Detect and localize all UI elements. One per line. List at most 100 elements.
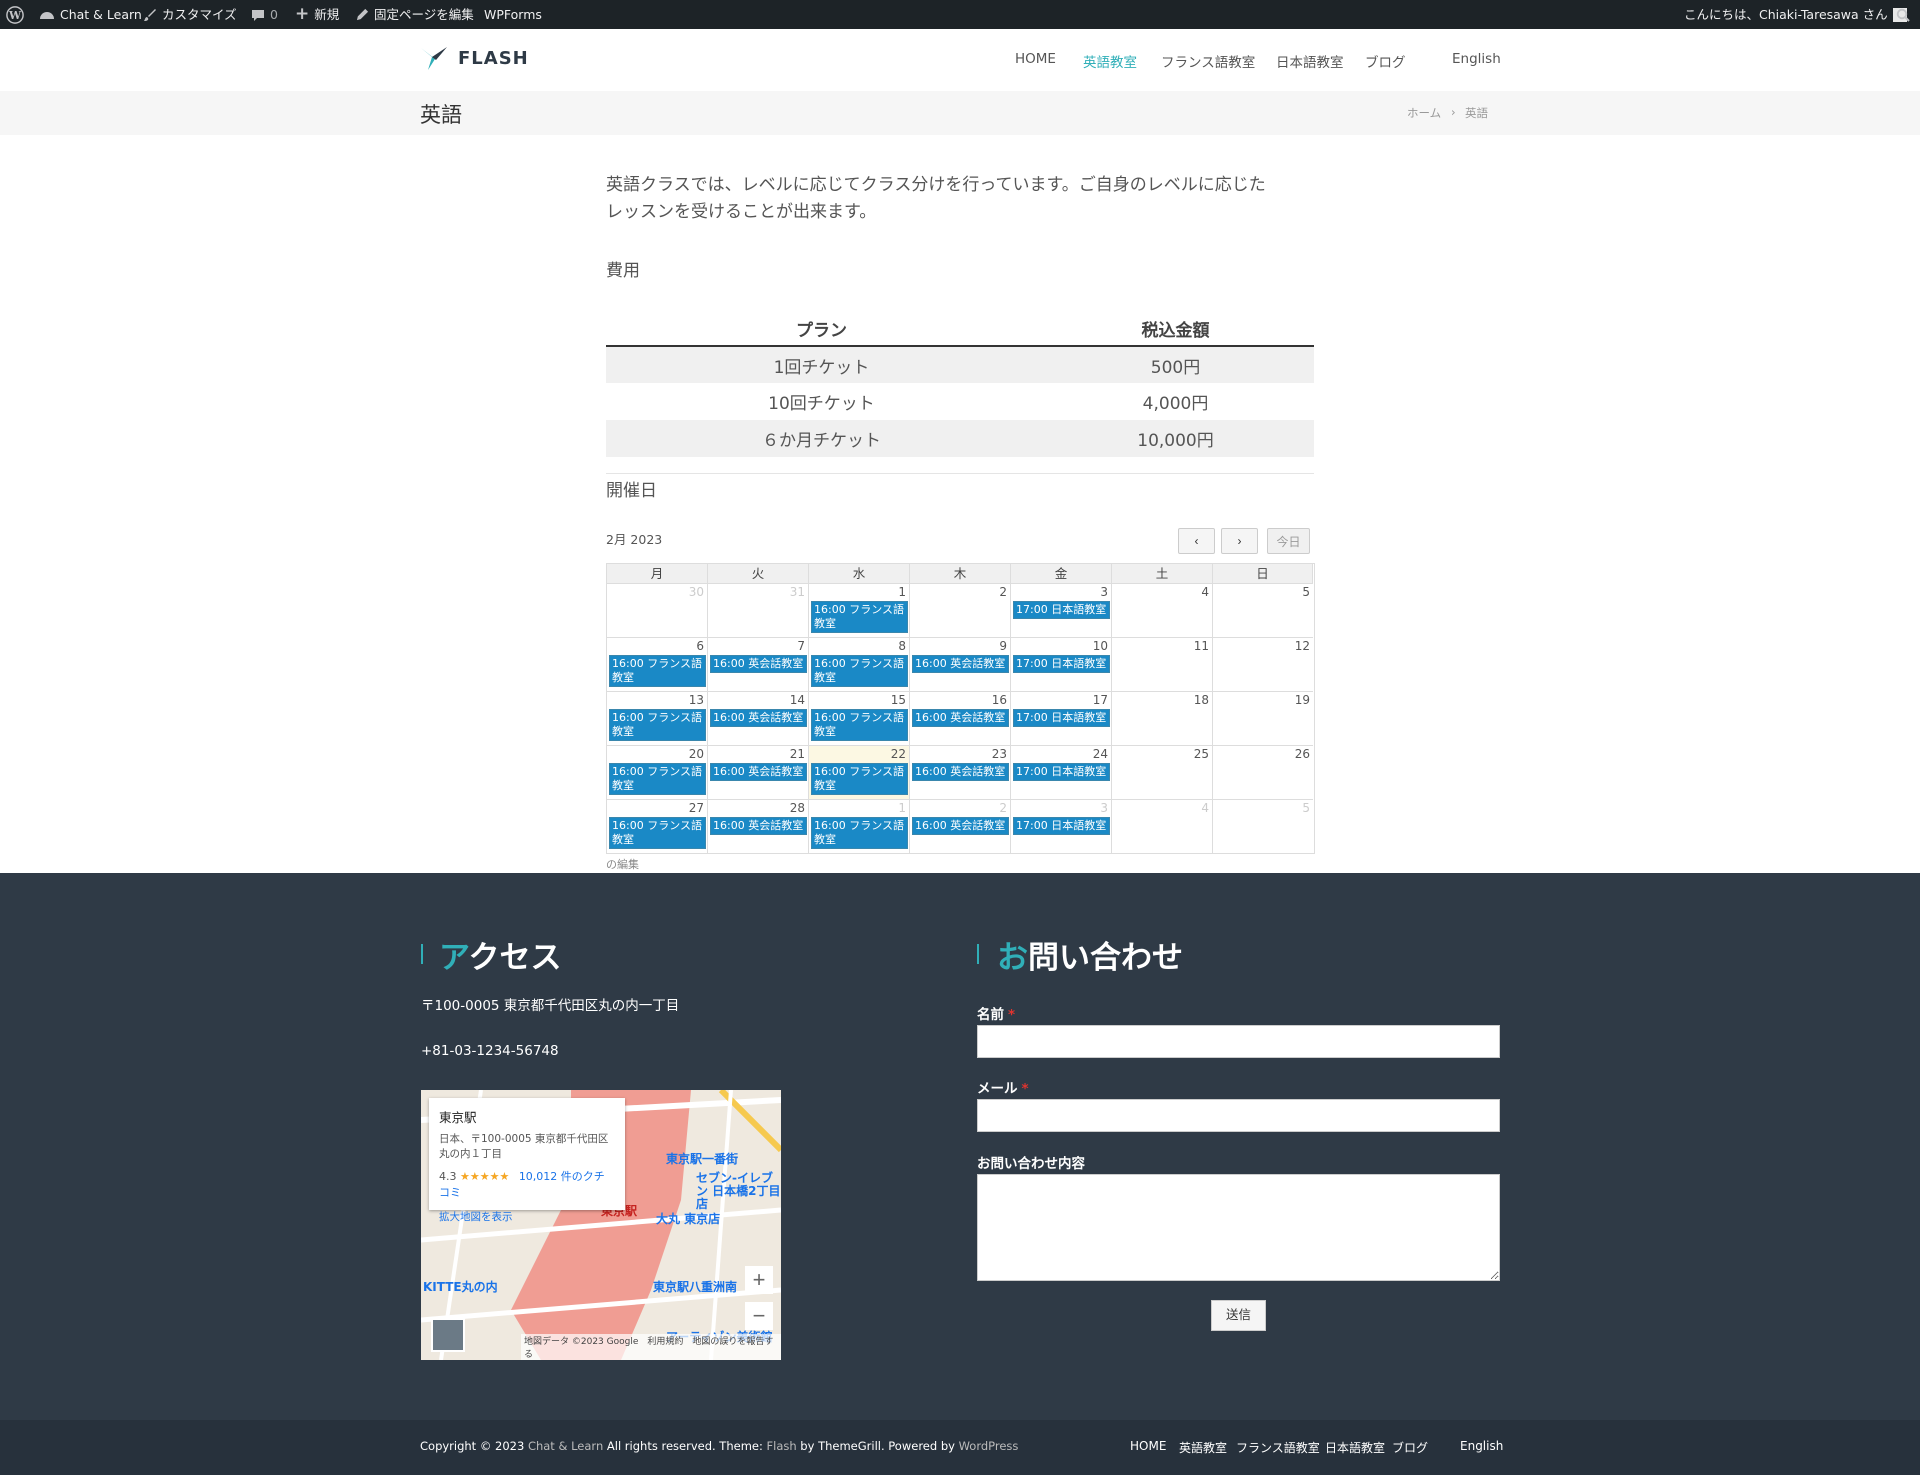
email-field[interactable] bbox=[977, 1099, 1500, 1132]
google-map[interactable]: 東京駅一番街 セブン-イレブン 日本橋2丁目店 大丸 東京店 KITTE丸の内 … bbox=[421, 1090, 781, 1360]
calendar-day-cell[interactable]: 13 16:00 フランス語教室 bbox=[607, 692, 708, 746]
calendar-day-cell[interactable]: 30 bbox=[607, 584, 708, 638]
footer-nav-blog[interactable]: ブログ bbox=[1392, 1439, 1428, 1456]
calendar-event[interactable]: 16:00 フランス語教室 bbox=[609, 763, 706, 795]
calendar-day-cell[interactable]: 14 16:00 英会話教室 bbox=[708, 692, 809, 746]
admin-wpforms[interactable]: WPForms bbox=[484, 0, 542, 29]
calendar-event[interactable]: 16:00 フランス語教室 bbox=[609, 709, 706, 741]
calendar-day-cell[interactable]: 16 16:00 英会話教室 bbox=[910, 692, 1011, 746]
calendar-day-cell[interactable]: 10 17:00 日本語教室 bbox=[1011, 638, 1112, 692]
calendar-event[interactable]: 16:00 英会話教室 bbox=[710, 709, 807, 727]
calendar-day-cell[interactable]: 1 16:00 フランス語教室 bbox=[809, 800, 910, 854]
calendar-day-cell[interactable]: 18 bbox=[1112, 692, 1213, 746]
calendar-day-cell[interactable]: 31 bbox=[708, 584, 809, 638]
calendar-event[interactable]: 17:00 日本語教室 bbox=[1013, 655, 1110, 673]
calendar-event[interactable]: 16:00 英会話教室 bbox=[710, 763, 807, 781]
admin-site-name[interactable]: Chat & Learn bbox=[39, 0, 142, 29]
calendar-day-cell[interactable]: 2 bbox=[910, 584, 1011, 638]
footer-nav-japanese[interactable]: 日本語教室 bbox=[1325, 1439, 1385, 1456]
admin-search-icon[interactable] bbox=[1896, 0, 1910, 29]
message-field[interactable] bbox=[977, 1174, 1500, 1281]
map-zoom-in-button[interactable]: + bbox=[745, 1266, 773, 1294]
calendar-event[interactable]: 16:00 英会話教室 bbox=[912, 655, 1009, 673]
site-footer bbox=[0, 873, 1920, 1420]
calendar-event[interactable]: 16:00 フランス語教室 bbox=[811, 709, 908, 741]
site-logo[interactable]: FLASH bbox=[420, 45, 529, 71]
calendar-day-cell[interactable]: 11 bbox=[1112, 638, 1213, 692]
weekday-header: 土 bbox=[1112, 564, 1213, 584]
calendar-event[interactable]: 16:00 フランス語教室 bbox=[609, 817, 706, 849]
calendar-event[interactable]: 16:00 フランス語教室 bbox=[811, 655, 908, 687]
admin-new[interactable]: + 新規 bbox=[295, 0, 339, 29]
nav-french[interactable]: フランス語教室 bbox=[1161, 51, 1255, 71]
calendar-day-cell[interactable]: 5 bbox=[1213, 584, 1313, 638]
admin-customize[interactable]: カスタマイズ bbox=[143, 0, 237, 29]
calendar-day-cell[interactable]: 24 17:00 日本語教室 bbox=[1011, 746, 1112, 800]
calendar-day-cell[interactable]: 12 bbox=[1213, 638, 1313, 692]
calendar-day-cell[interactable]: 4 bbox=[1112, 800, 1213, 854]
nav-language[interactable]: English bbox=[1452, 51, 1501, 67]
wordpress-logo-icon[interactable]: W bbox=[6, 0, 24, 29]
calendar-event[interactable]: 17:00 日本語教室 bbox=[1013, 709, 1110, 727]
street-view-thumbnail[interactable] bbox=[431, 1318, 465, 1352]
calendar-next-button[interactable]: › bbox=[1221, 528, 1258, 554]
calendar-event[interactable]: 16:00 英会話教室 bbox=[912, 763, 1009, 781]
calendar-event[interactable]: 17:00 日本語教室 bbox=[1013, 601, 1110, 619]
calendar-day-cell[interactable]: 9 16:00 英会話教室 bbox=[910, 638, 1011, 692]
calendar-day-cell[interactable]: 1 16:00 フランス語教室 bbox=[809, 584, 910, 638]
calendar-event[interactable]: 16:00 英会話教室 bbox=[710, 817, 807, 835]
calendar-day-cell[interactable]: 25 bbox=[1112, 746, 1213, 800]
calendar-day-cell[interactable]: 6 16:00 フランス語教室 bbox=[607, 638, 708, 692]
calendar-day-cell[interactable]: 8 16:00 フランス語教室 bbox=[809, 638, 910, 692]
calendar-day-cell[interactable]: 27 16:00 フランス語教室 bbox=[607, 800, 708, 854]
calendar-today-button[interactable]: 今日 bbox=[1267, 528, 1310, 554]
calendar-event[interactable]: 16:00 フランス語教室 bbox=[811, 601, 908, 633]
calendar-day-cell[interactable]: 3 17:00 日本語教室 bbox=[1011, 800, 1112, 854]
calendar-day-number: 3 bbox=[1100, 801, 1108, 815]
calendar-event[interactable]: 16:00 英会話教室 bbox=[912, 817, 1009, 835]
map-zoom-out-button[interactable]: − bbox=[745, 1302, 773, 1330]
calendar-event[interactable]: 16:00 英会話教室 bbox=[710, 655, 807, 673]
calendar-day-cell[interactable]: 5 bbox=[1213, 800, 1313, 854]
calendar-prev-button[interactable]: ‹ bbox=[1178, 528, 1215, 554]
nav-english[interactable]: 英語教室 bbox=[1083, 51, 1137, 71]
calendar-event[interactable]: 17:00 日本語教室 bbox=[1013, 817, 1110, 835]
calendar-event[interactable]: 16:00 フランス語教室 bbox=[811, 763, 908, 795]
footer-nav-language[interactable]: English bbox=[1460, 1439, 1503, 1453]
nav-blog[interactable]: ブログ bbox=[1365, 51, 1406, 71]
copyright-wordpress-link[interactable]: WordPress bbox=[959, 1439, 1019, 1453]
calendar-day-cell[interactable]: 22 16:00 フランス語教室 bbox=[809, 746, 910, 800]
admin-account[interactable]: こんにちは、Chiaki-Taresawa さん bbox=[1684, 0, 1907, 29]
calendar-day-cell[interactable]: 4 bbox=[1112, 584, 1213, 638]
calendar-day-cell[interactable]: 23 16:00 英会話教室 bbox=[910, 746, 1011, 800]
calendar-day-cell[interactable]: 2 16:00 英会話教室 bbox=[910, 800, 1011, 854]
submit-button[interactable]: 送信 bbox=[1211, 1300, 1266, 1331]
calendar-day-cell[interactable]: 26 bbox=[1213, 746, 1313, 800]
calendar-edit-link[interactable]: の編集 bbox=[606, 856, 639, 872]
plan-cell: 1回チケット bbox=[606, 346, 1037, 383]
calendar-day-cell[interactable]: 19 bbox=[1213, 692, 1313, 746]
calendar-event[interactable]: 16:00 英会話教室 bbox=[912, 709, 1009, 727]
admin-comments[interactable]: 0 bbox=[251, 0, 278, 29]
calendar-day-cell[interactable]: 7 16:00 英会話教室 bbox=[708, 638, 809, 692]
footer-nav-french[interactable]: フランス語教室 bbox=[1236, 1439, 1320, 1456]
nav-japanese[interactable]: 日本語教室 bbox=[1276, 51, 1344, 71]
admin-edit-page[interactable]: 固定ページを編集 bbox=[356, 0, 474, 29]
map-enlarge-link[interactable]: 拡大地図を表示 bbox=[439, 1209, 615, 1224]
copyright-theme-link[interactable]: Flash bbox=[767, 1439, 797, 1453]
footer-nav-english[interactable]: 英語教室 bbox=[1179, 1439, 1227, 1456]
calendar-day-cell[interactable]: 21 16:00 英会話教室 bbox=[708, 746, 809, 800]
calendar-event[interactable]: 17:00 日本語教室 bbox=[1013, 763, 1110, 781]
calendar-day-cell[interactable]: 15 16:00 フランス語教室 bbox=[809, 692, 910, 746]
nav-home[interactable]: HOME bbox=[1015, 51, 1056, 67]
name-field[interactable] bbox=[977, 1025, 1500, 1058]
calendar-event[interactable]: 16:00 フランス語教室 bbox=[811, 817, 908, 849]
calendar-day-cell[interactable]: 28 16:00 英会話教室 bbox=[708, 800, 809, 854]
copyright-site-link[interactable]: Chat & Learn bbox=[528, 1439, 603, 1453]
calendar-event[interactable]: 16:00 フランス語教室 bbox=[609, 655, 706, 687]
calendar-day-cell[interactable]: 3 17:00 日本語教室 bbox=[1011, 584, 1112, 638]
calendar-day-cell[interactable]: 17 17:00 日本語教室 bbox=[1011, 692, 1112, 746]
breadcrumb-home[interactable]: ホーム bbox=[1407, 105, 1441, 121]
calendar-day-cell[interactable]: 20 16:00 フランス語教室 bbox=[607, 746, 708, 800]
footer-nav-home[interactable]: HOME bbox=[1130, 1439, 1166, 1453]
